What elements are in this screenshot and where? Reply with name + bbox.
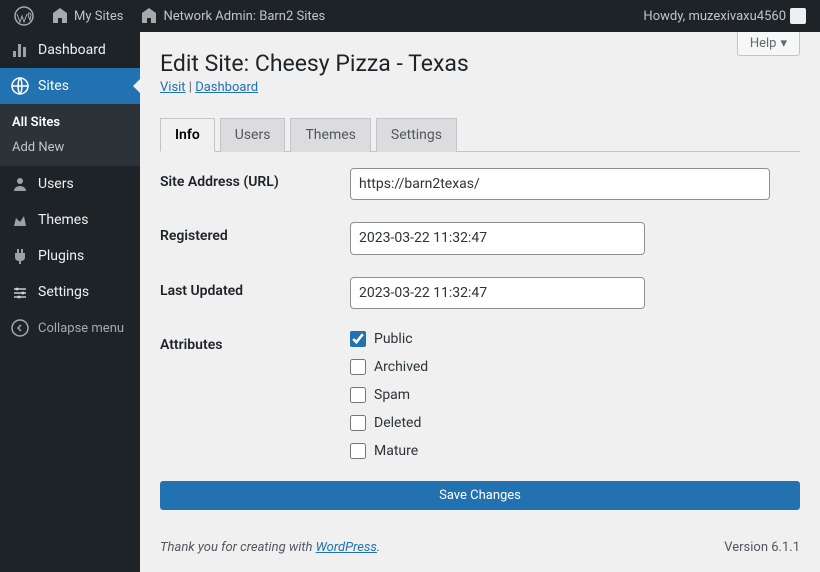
sidebar-label: Plugins — [38, 248, 84, 264]
users-icon — [10, 174, 30, 194]
public-label: Public — [374, 331, 413, 347]
edit-site-subnav: Visit | Dashboard — [160, 80, 800, 95]
deleted-label: Deleted — [374, 415, 421, 431]
plugins-icon — [10, 246, 30, 266]
collapse-label: Collapse menu — [38, 321, 124, 336]
save-button[interactable]: Save Changes — [160, 481, 800, 510]
mature-checkbox[interactable] — [350, 443, 366, 459]
sites-icon — [10, 76, 30, 96]
edit-site-tabs: Info Users Themes Settings — [160, 117, 800, 152]
footer-wp-link[interactable]: WordPress — [316, 540, 377, 555]
attr-public[interactable]: Public — [350, 331, 800, 347]
collapse-icon — [10, 318, 30, 338]
tab-settings[interactable]: Settings — [376, 118, 457, 152]
attr-archived[interactable]: Archived — [350, 359, 800, 375]
help-tab[interactable]: Help ▾ — [737, 32, 800, 56]
tab-info[interactable]: Info — [160, 118, 215, 152]
registered-input[interactable] — [350, 222, 645, 254]
content-area: Help ▾ Edit Site: Cheesy Pizza - Texas V… — [140, 32, 820, 572]
sidebar-label: Dashboard — [38, 42, 106, 58]
public-checkbox[interactable] — [350, 331, 366, 347]
archived-label: Archived — [374, 359, 428, 375]
my-sites-label: My Sites — [74, 9, 123, 24]
footer-version: Version 6.1.1 — [724, 540, 800, 555]
sidebar-item-dashboard[interactable]: Dashboard — [0, 32, 140, 68]
avatar — [790, 8, 806, 24]
help-label: Help — [750, 36, 777, 51]
network-admin-label: Network Admin: Barn2 Sites — [163, 9, 325, 24]
spam-label: Spam — [374, 387, 410, 403]
my-sites-link[interactable]: My Sites — [44, 0, 129, 32]
settings-icon — [10, 282, 30, 302]
registered-label: Registered — [160, 222, 350, 244]
attr-deleted[interactable]: Deleted — [350, 415, 800, 431]
attr-mature[interactable]: Mature — [350, 443, 800, 459]
deleted-checkbox[interactable] — [350, 415, 366, 431]
sidebar-sub-sites: All Sites Add New — [0, 104, 140, 166]
url-label: Site Address (URL) — [160, 168, 350, 190]
themes-icon — [10, 210, 30, 230]
updated-input[interactable] — [350, 277, 645, 309]
attributes-label: Attributes — [160, 331, 350, 353]
howdy-link[interactable]: Howdy, muzexivaxu4560 — [637, 0, 812, 32]
sidebar-label: Sites — [38, 78, 69, 94]
archived-checkbox[interactable] — [350, 359, 366, 375]
dashboard-icon — [10, 40, 30, 60]
dashboard-link[interactable]: Dashboard — [195, 80, 258, 95]
tab-themes[interactable]: Themes — [290, 118, 370, 152]
footer: Thank you for creating with WordPress. V… — [160, 510, 800, 555]
network-admin-link[interactable]: Network Admin: Barn2 Sites — [133, 0, 331, 32]
sidebar-item-users[interactable]: Users — [0, 166, 140, 202]
visit-link[interactable]: Visit — [160, 80, 186, 95]
admin-bar: My Sites Network Admin: Barn2 Sites Howd… — [0, 0, 820, 32]
mature-label: Mature — [374, 443, 418, 459]
url-input[interactable] — [350, 168, 770, 200]
howdy-label: Howdy, muzexivaxu4560 — [643, 9, 786, 24]
sidebar-item-themes[interactable]: Themes — [0, 202, 140, 238]
attr-spam[interactable]: Spam — [350, 387, 800, 403]
tab-users[interactable]: Users — [220, 118, 286, 152]
sidebar-sub-add-new[interactable]: Add New — [0, 135, 140, 160]
sidebar-label: Users — [38, 176, 74, 192]
sidebar-label: Themes — [38, 212, 88, 228]
sidebar-sub-all-sites[interactable]: All Sites — [0, 110, 140, 135]
spam-checkbox[interactable] — [350, 387, 366, 403]
site-info-form: Site Address (URL) Registered Last Updat… — [160, 168, 800, 481]
sidebar-item-plugins[interactable]: Plugins — [0, 238, 140, 274]
sidebar-item-sites[interactable]: Sites — [0, 68, 140, 104]
footer-thanks: Thank you for creating with — [160, 540, 316, 555]
page-title: Edit Site: Cheesy Pizza - Texas — [160, 50, 800, 77]
admin-sidebar: Dashboard Sites All Sites Add New Users … — [0, 32, 140, 572]
sidebar-item-settings[interactable]: Settings — [0, 274, 140, 310]
updated-label: Last Updated — [160, 277, 350, 299]
wp-logo[interactable] — [8, 0, 40, 32]
sidebar-label: Settings — [38, 284, 89, 300]
collapse-menu[interactable]: Collapse menu — [0, 310, 140, 346]
chevron-down-icon: ▾ — [780, 36, 787, 51]
